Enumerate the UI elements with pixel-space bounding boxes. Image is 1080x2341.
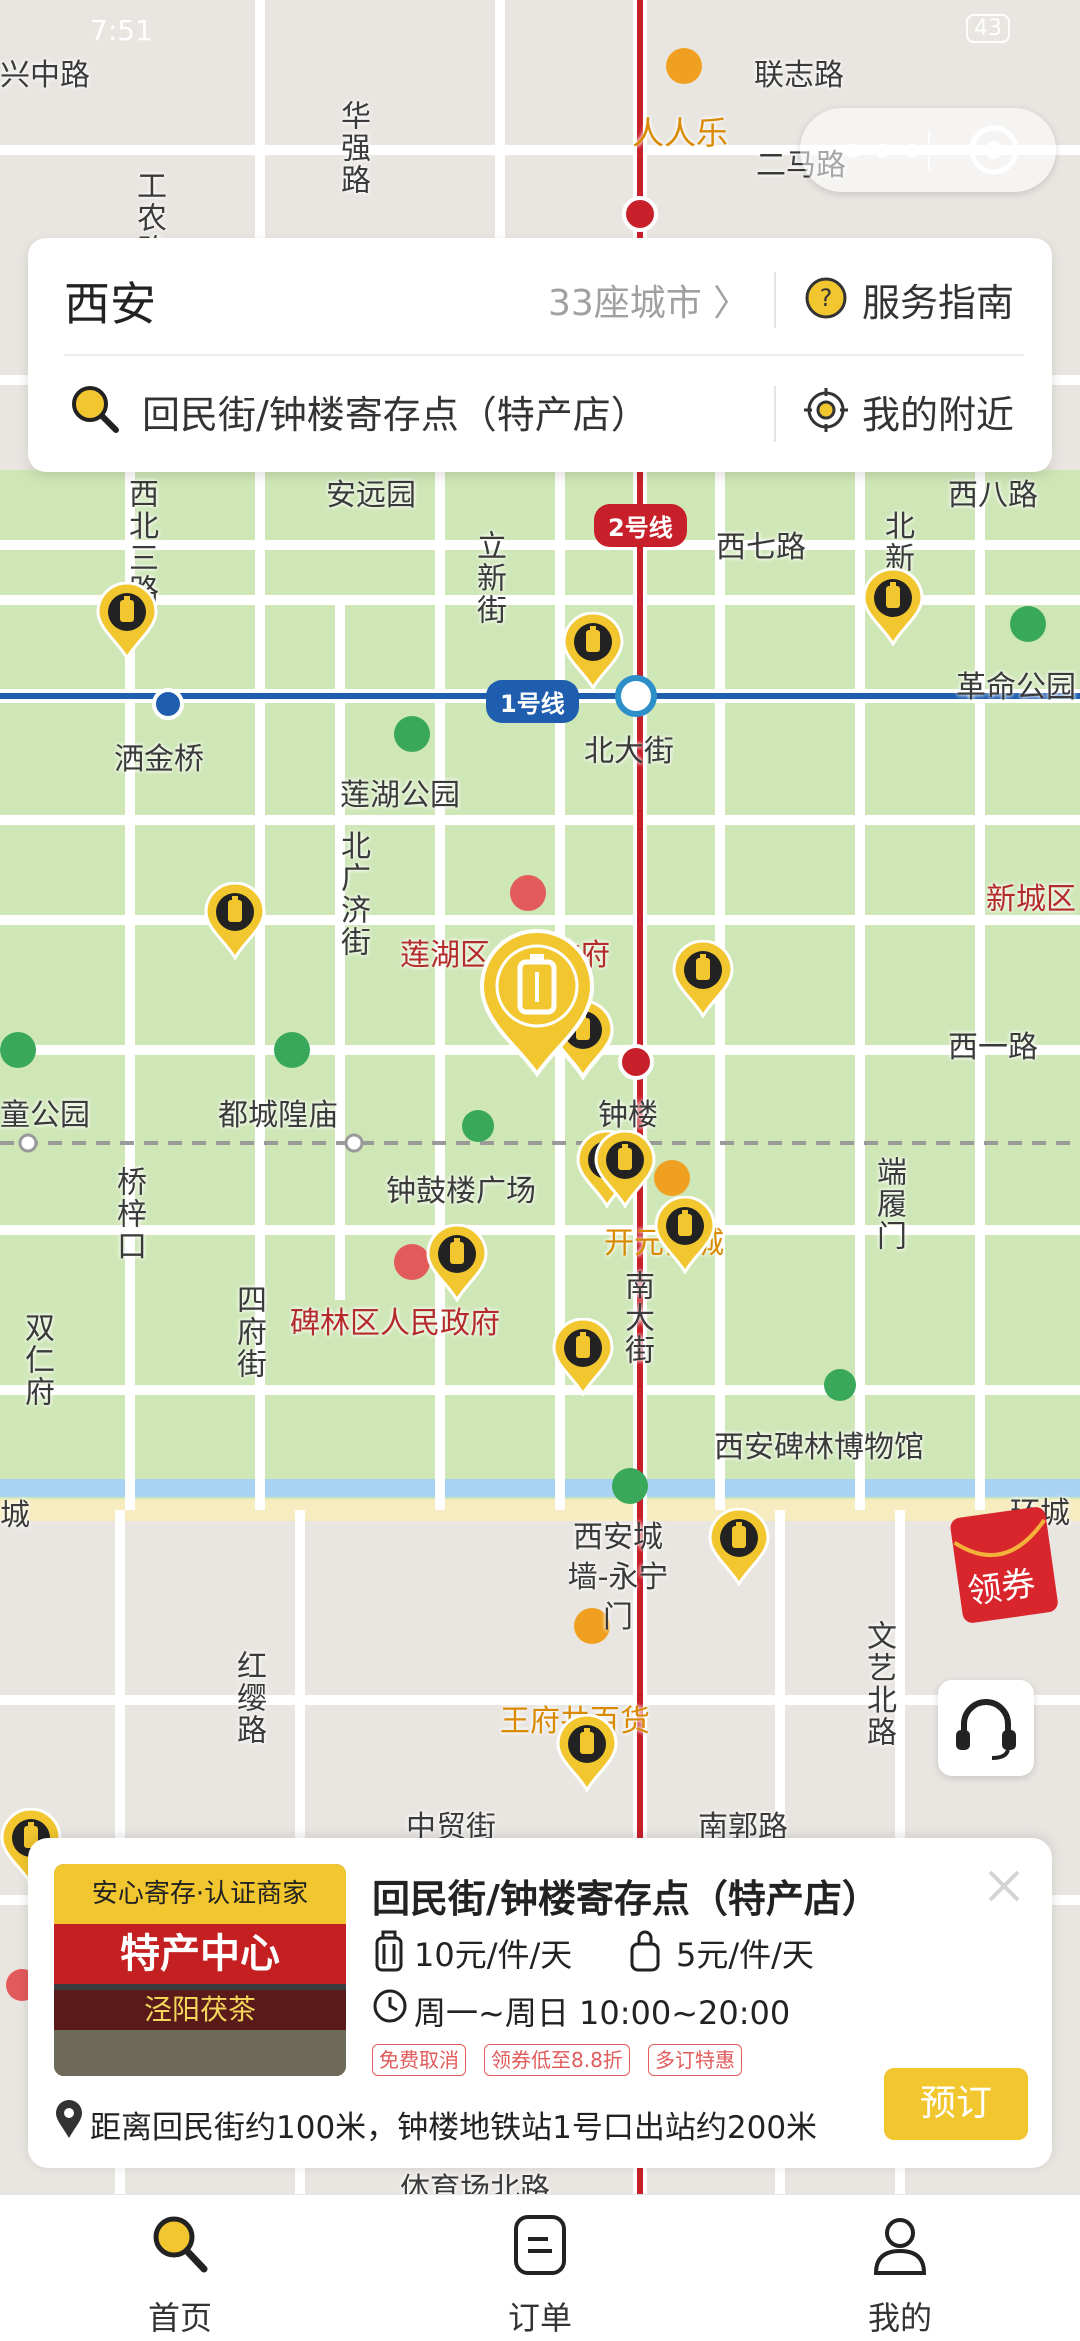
storage-pin[interactable] (556, 1714, 618, 1792)
map-label: 华强路 (335, 100, 370, 196)
map-label: 碑林区人民政府 (290, 1306, 500, 1341)
status-time: 7:51 (90, 14, 153, 47)
more-icon[interactable]: ••• (840, 130, 929, 176)
close-icon[interactable] (982, 1864, 1026, 1908)
customer-service-button[interactable] (938, 1680, 1034, 1776)
battery-icon: 43 (966, 14, 1010, 43)
coupon-button[interactable]: 领券 (946, 1496, 1064, 1626)
locate-icon[interactable] (804, 388, 848, 432)
user-icon (873, 2218, 927, 2275)
price-large-luggage: 10元/件/天 (414, 1936, 573, 1974)
divider (774, 386, 776, 442)
map-label: 文艺北路 (861, 1620, 896, 1748)
storage-pin[interactable] (96, 582, 158, 660)
map-label: 双仁府 (19, 1312, 54, 1408)
book-button[interactable]: 预订 (884, 2068, 1028, 2140)
tag-free-cancel: 免费取消 (372, 2044, 466, 2076)
map-label: 城 (0, 1498, 30, 1533)
map-label: 南大街 (619, 1270, 654, 1366)
map-label: 桥梓口 (111, 1166, 146, 1262)
map-label: 北广济街 (335, 830, 370, 958)
map-label: 西一路 (948, 1030, 1038, 1065)
tab-label: 订单 (507, 2299, 572, 2337)
tab-orders[interactable]: 订单 (460, 2195, 620, 2341)
location-pin-icon (56, 2100, 82, 2138)
opening-hours: 周一~周日 10:00~20:00 (414, 1994, 791, 2032)
selected-storage-pin[interactable] (478, 928, 596, 1078)
city-name[interactable]: 西安 (64, 268, 156, 334)
storage-pin[interactable] (654, 1196, 716, 1274)
storage-pin[interactable] (562, 612, 624, 690)
capsule-divider (928, 130, 930, 170)
clock-icon (373, 1989, 407, 2023)
search-icon (153, 2216, 208, 2273)
storage-pin[interactable] (552, 1318, 614, 1396)
map-label: 革命公园 (956, 670, 1076, 705)
bag-icon (630, 1930, 660, 1972)
map-label: 立新街 (471, 530, 506, 626)
svg-text:?: ? (820, 284, 833, 312)
search-input[interactable]: 回民街/钟楼寄存点（特产店） (142, 384, 649, 439)
search-card: 西安 33座城市 〉 ? 服务指南 回民街/钟楼寄存点（特产店） 我的附近 (28, 238, 1052, 472)
status-bar: 7:51 43 (0, 8, 1080, 58)
divider (774, 272, 776, 328)
city-count-link[interactable]: 33座城市 〉 (548, 274, 749, 326)
nearby-button[interactable]: 我的附近 (862, 384, 1014, 439)
map-label: 西安碑林博物馆 (714, 1430, 924, 1465)
map-label: 洒金桥 (114, 742, 204, 777)
tab-label: 首页 (147, 2299, 212, 2337)
tag-coupon: 领券低至8.8折 (484, 2044, 630, 2076)
help-icon[interactable]: ? (804, 276, 848, 320)
storage-pin[interactable] (426, 1224, 488, 1302)
map-label: 人人乐 (632, 114, 729, 152)
search-icon (72, 386, 119, 433)
map-label: 四府街 (231, 1284, 266, 1380)
map-label: 北大街 (584, 734, 674, 769)
storage-pin[interactable] (862, 568, 924, 646)
suitcase-icon (375, 1930, 403, 1972)
order-icon (514, 2215, 566, 2275)
map-label: 都城隍庙 (218, 1098, 338, 1133)
storage-pin[interactable] (672, 940, 734, 1018)
service-guide-button[interactable]: 服务指南 (862, 272, 1014, 327)
tab-bar: 首页 订单 我的 (0, 2194, 1080, 2341)
photo-shelves (54, 2030, 346, 2076)
storage-pin[interactable] (708, 1508, 770, 1586)
tab-profile[interactable]: 我的 (820, 2195, 980, 2341)
map-label: 西七路 (716, 530, 806, 565)
map-label: 安远园 (326, 478, 416, 513)
divider (64, 354, 1024, 356)
map-label: 新城区 (986, 882, 1076, 917)
distance-info: 距离回民街约100米，钟楼地铁站1号口出站约200米 (90, 2110, 818, 2146)
map-label: 西八路 (948, 478, 1038, 513)
store-card[interactable]: 特产中心 泾阳茯茶 安心寄存·认证商家 回民街/钟楼寄存点（特产店） 10元/件… (28, 1838, 1052, 2168)
certified-badge: 安心寄存·认证商家 (54, 1864, 346, 1924)
storage-pin[interactable] (594, 1130, 656, 1208)
close-miniprogram-icon[interactable] (968, 124, 1020, 176)
map-label: 端履门 (871, 1156, 906, 1252)
store-title: 回民街/钟楼寄存点（特产店） (372, 1877, 880, 1921)
headset-icon (956, 1699, 1016, 1760)
photo-sign: 特产中心 (54, 1924, 346, 1984)
storage-pin[interactable] (204, 882, 266, 960)
map-label: 童公园 (0, 1098, 90, 1133)
metro-line2-badge: 2号线 (594, 504, 687, 547)
tag-multi-order: 多订特惠 (648, 2044, 742, 2076)
miniprogram-capsule: ••• (800, 108, 1056, 192)
photo-sign-2: 泾阳茯茶 (54, 1990, 346, 2030)
map-label: 西安城墙-永宁门 (567, 1520, 669, 1635)
map-label: 莲湖公园 (340, 778, 460, 813)
tab-label: 我的 (867, 2299, 932, 2337)
price-small-luggage: 5元/件/天 (676, 1936, 814, 1974)
map-label: 红缨路 (231, 1650, 266, 1746)
map-label: 钟楼 (598, 1098, 658, 1133)
map-label: 钟鼓楼广场 (386, 1174, 536, 1209)
tab-home[interactable]: 首页 (100, 2195, 260, 2341)
